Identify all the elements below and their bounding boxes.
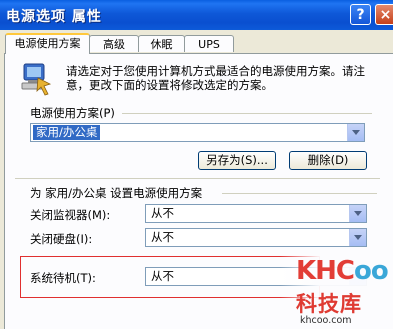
standby-value: 从不 — [151, 269, 174, 283]
scheme-separator — [122, 113, 372, 114]
monitor-off-label: 关闭监视器(M): — [30, 208, 111, 222]
standby-label: 系统待机(T): — [30, 271, 96, 285]
scheme-select-value: 家用/办公桌 — [33, 125, 101, 140]
harddisk-off-value: 从不 — [151, 230, 174, 244]
watermark-url: khcoo.com — [300, 315, 352, 326]
watermark-logo: KHCoo — [296, 256, 389, 286]
section-separator — [15, 178, 380, 179]
chevron-down-icon[interactable] — [349, 205, 366, 222]
delete-button[interactable]: 删除(D) — [289, 151, 367, 170]
monitor-off-value: 从不 — [151, 206, 174, 220]
close-button[interactable]: × — [375, 4, 393, 25]
tab-advanced[interactable]: 高级 — [89, 35, 139, 52]
scheme-select[interactable]: 家用/办公桌 — [30, 123, 365, 142]
chevron-down-icon[interactable] — [347, 124, 364, 141]
harddisk-off-select[interactable]: 从不 — [145, 228, 367, 247]
help-button[interactable]: ? — [350, 4, 371, 25]
settings-group-label: 为 家用/办公桌 设置电源使用方案 — [30, 186, 203, 200]
scheme-group-label: 电源使用方案(P) — [30, 106, 115, 120]
monitor-off-select[interactable]: 从不 — [145, 204, 367, 223]
watermark-name: 科技库 — [296, 292, 362, 316]
watermark-logo-left: KHC — [296, 256, 355, 286]
watermark-logo-right: oo — [354, 256, 389, 286]
chevron-down-icon[interactable] — [349, 229, 366, 246]
intro-text: 请选定对于您使用计算机方式最适合的电源使用方案。请注意，更改下面的设置将修改选定… — [66, 64, 365, 92]
tab-ups[interactable]: UPS — [184, 35, 234, 52]
settings-separator — [222, 193, 377, 194]
tab-power-schemes[interactable]: 电源使用方案 — [5, 33, 90, 54]
tab-hibernate[interactable]: 休眠 — [138, 35, 185, 52]
title-bar: 电源选项 属性 ? × — [0, 0, 393, 30]
window-title: 电源选项 属性 — [6, 9, 102, 25]
power-plan-icon — [21, 63, 52, 96]
save-as-button[interactable]: 另存为(S)... — [198, 151, 276, 170]
harddisk-off-label: 关闭硬盘(I): — [30, 232, 93, 246]
